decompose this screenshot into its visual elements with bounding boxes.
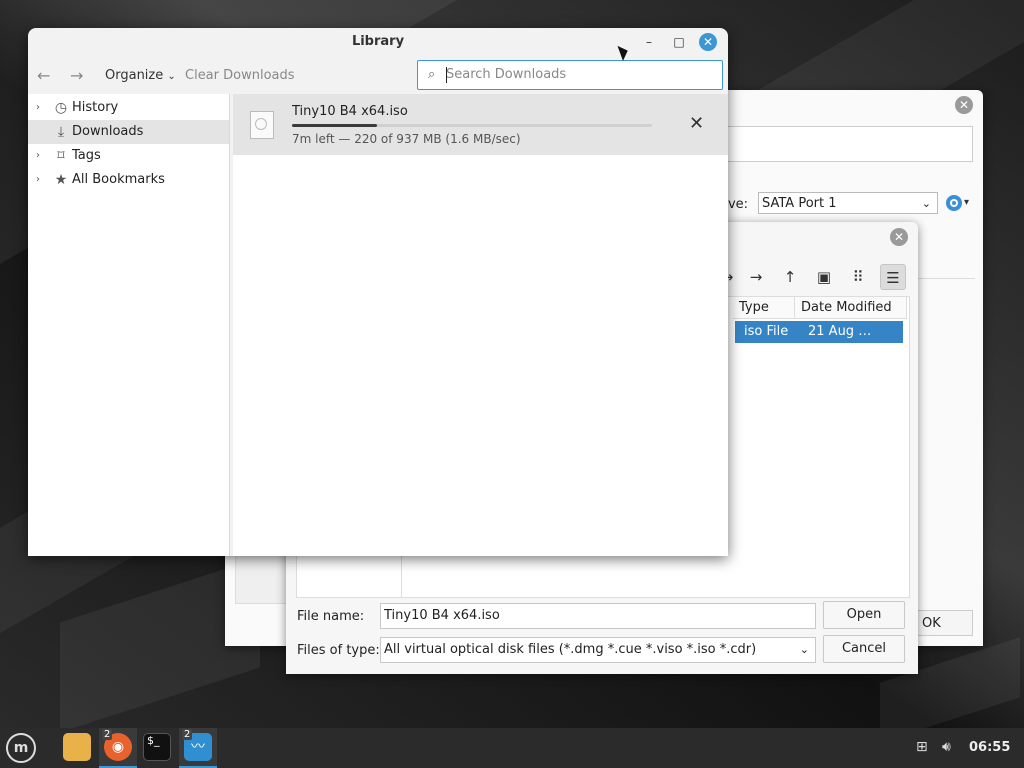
expand-arrow-icon[interactable]: ›: [36, 96, 40, 120]
icon-view-icon[interactable]: ⠿: [845, 264, 871, 290]
minimize-icon[interactable]: –: [640, 33, 658, 51]
download-status: 7m left — 220 of 937 MB (1.6 MB/sec): [292, 132, 521, 146]
sidebar-item-label: Tags: [72, 148, 101, 163]
column-header-date[interactable]: Date Modified: [795, 297, 907, 319]
download-progress-fill: [292, 124, 377, 127]
mint-menu-icon[interactable]: m: [6, 733, 36, 763]
taskbar: m ◉ 2 $_ 〰 2 ⊞ 🔊︎ 06:55: [0, 728, 1024, 768]
sidebar-item-label: All Bookmarks: [72, 172, 165, 187]
sidebar-item-label: History: [72, 100, 119, 115]
forward-arrow-icon[interactable]: →: [70, 66, 83, 85]
sidebar-item-all-bookmarks[interactable]: › ★ All Bookmarks: [28, 168, 229, 192]
optical-drive-value: SATA Port 1: [762, 196, 837, 211]
library-sidebar: › ◷ History ⤓ Downloads › ⌑ Tags › ★ All…: [28, 94, 230, 556]
cancel-download-icon[interactable]: ✕: [689, 113, 704, 134]
disc-file-icon: [250, 111, 274, 139]
files-of-type-select[interactable]: All virtual optical disk files (*.dmg *.…: [380, 637, 816, 663]
taskbar-files[interactable]: [58, 728, 96, 768]
expand-arrow-icon[interactable]: ›: [36, 144, 40, 168]
back-arrow-icon[interactable]: ←: [37, 66, 50, 85]
tag-icon: ⌑: [57, 148, 65, 164]
search-placeholder: Search Downloads: [446, 67, 567, 82]
library-window: Library – □ ✕ ← → Organize ⌄ Clear Downl…: [28, 28, 728, 556]
file-name-label: File name:: [297, 609, 365, 624]
clock[interactable]: 06:55: [969, 740, 1010, 755]
table-row[interactable]: iso File 21 Aug …6:52:34: [735, 321, 903, 361]
history-icon: ◷: [54, 100, 68, 116]
search-icon: ⌕: [428, 67, 436, 82]
terminal-icon: $_: [143, 733, 171, 761]
file-date-cell: 21 Aug …6:52:34: [808, 324, 872, 361]
forward-arrow-icon[interactable]: →: [743, 264, 769, 290]
chevron-down-icon: ⌄: [167, 71, 176, 82]
close-icon[interactable]: ✕: [699, 33, 717, 51]
ok-button[interactable]: OK: [911, 610, 973, 636]
chevron-down-icon[interactable]: ▾: [964, 197, 969, 208]
download-progress-bar: [292, 124, 652, 127]
sidebar-item-downloads[interactable]: ⤓ Downloads: [28, 120, 229, 144]
star-icon: ★: [54, 172, 68, 188]
optical-drive-select[interactable]: SATA Port 1 ⌄: [758, 192, 938, 214]
window-count-badge: 2: [102, 729, 113, 740]
up-arrow-icon[interactable]: ↑: [777, 264, 803, 290]
vm-close-button[interactable]: ✕: [955, 96, 973, 114]
network-icon[interactable]: ⊞: [916, 739, 928, 755]
organize-label: Organize: [105, 68, 164, 83]
downloads-list: Tiny10 B4 x64.iso 7m left — 220 of 937 M…: [233, 94, 728, 556]
window-count-badge: 2: [182, 729, 193, 740]
files-of-type-value: All virtual optical disk files (*.dmg *.…: [384, 642, 757, 657]
maximize-icon[interactable]: □: [670, 33, 688, 51]
download-icon: ⤓: [57, 124, 65, 140]
cancel-button[interactable]: Cancel: [823, 635, 905, 663]
new-folder-icon[interactable]: ▣: [811, 264, 837, 290]
chevron-down-icon: ⌄: [799, 643, 809, 656]
search-box[interactable]: ⌕ Search Downloads: [417, 60, 723, 90]
disc-icon[interactable]: [946, 195, 962, 211]
organize-menu[interactable]: Organize ⌄: [105, 68, 176, 83]
chevron-down-icon: ⌄: [921, 197, 931, 210]
file-type-cell: iso File: [744, 324, 789, 339]
clear-downloads-button[interactable]: Clear Downloads: [185, 68, 295, 83]
taskbar-virtualbox[interactable]: 〰 2: [179, 728, 217, 768]
files-of-type-label: Files of type:: [297, 643, 380, 658]
expand-arrow-icon[interactable]: ›: [36, 168, 40, 192]
volume-icon[interactable]: 🔊︎: [942, 739, 951, 755]
taskbar-terminal[interactable]: $_: [138, 728, 176, 768]
list-view-icon[interactable]: ☰: [880, 264, 906, 290]
download-item[interactable]: Tiny10 B4 x64.iso 7m left — 220 of 937 M…: [233, 94, 728, 155]
sidebar-item-tags[interactable]: › ⌑ Tags: [28, 144, 229, 168]
folder-icon: [63, 733, 91, 761]
sidebar-item-label: Downloads: [72, 124, 144, 139]
file-name-field[interactable]: Tiny10 B4 x64.iso: [380, 603, 816, 629]
vm-name-field[interactable]: [725, 126, 973, 162]
sidebar-item-history[interactable]: › ◷ History: [28, 96, 229, 120]
open-button[interactable]: Open: [823, 601, 905, 629]
dialog-close-button[interactable]: ✕: [890, 228, 908, 246]
taskbar-firefox[interactable]: ◉ 2: [99, 728, 137, 768]
download-filename: Tiny10 B4 x64.iso: [292, 104, 408, 119]
text-caret: [446, 67, 447, 83]
column-header-type[interactable]: Type: [733, 297, 795, 319]
